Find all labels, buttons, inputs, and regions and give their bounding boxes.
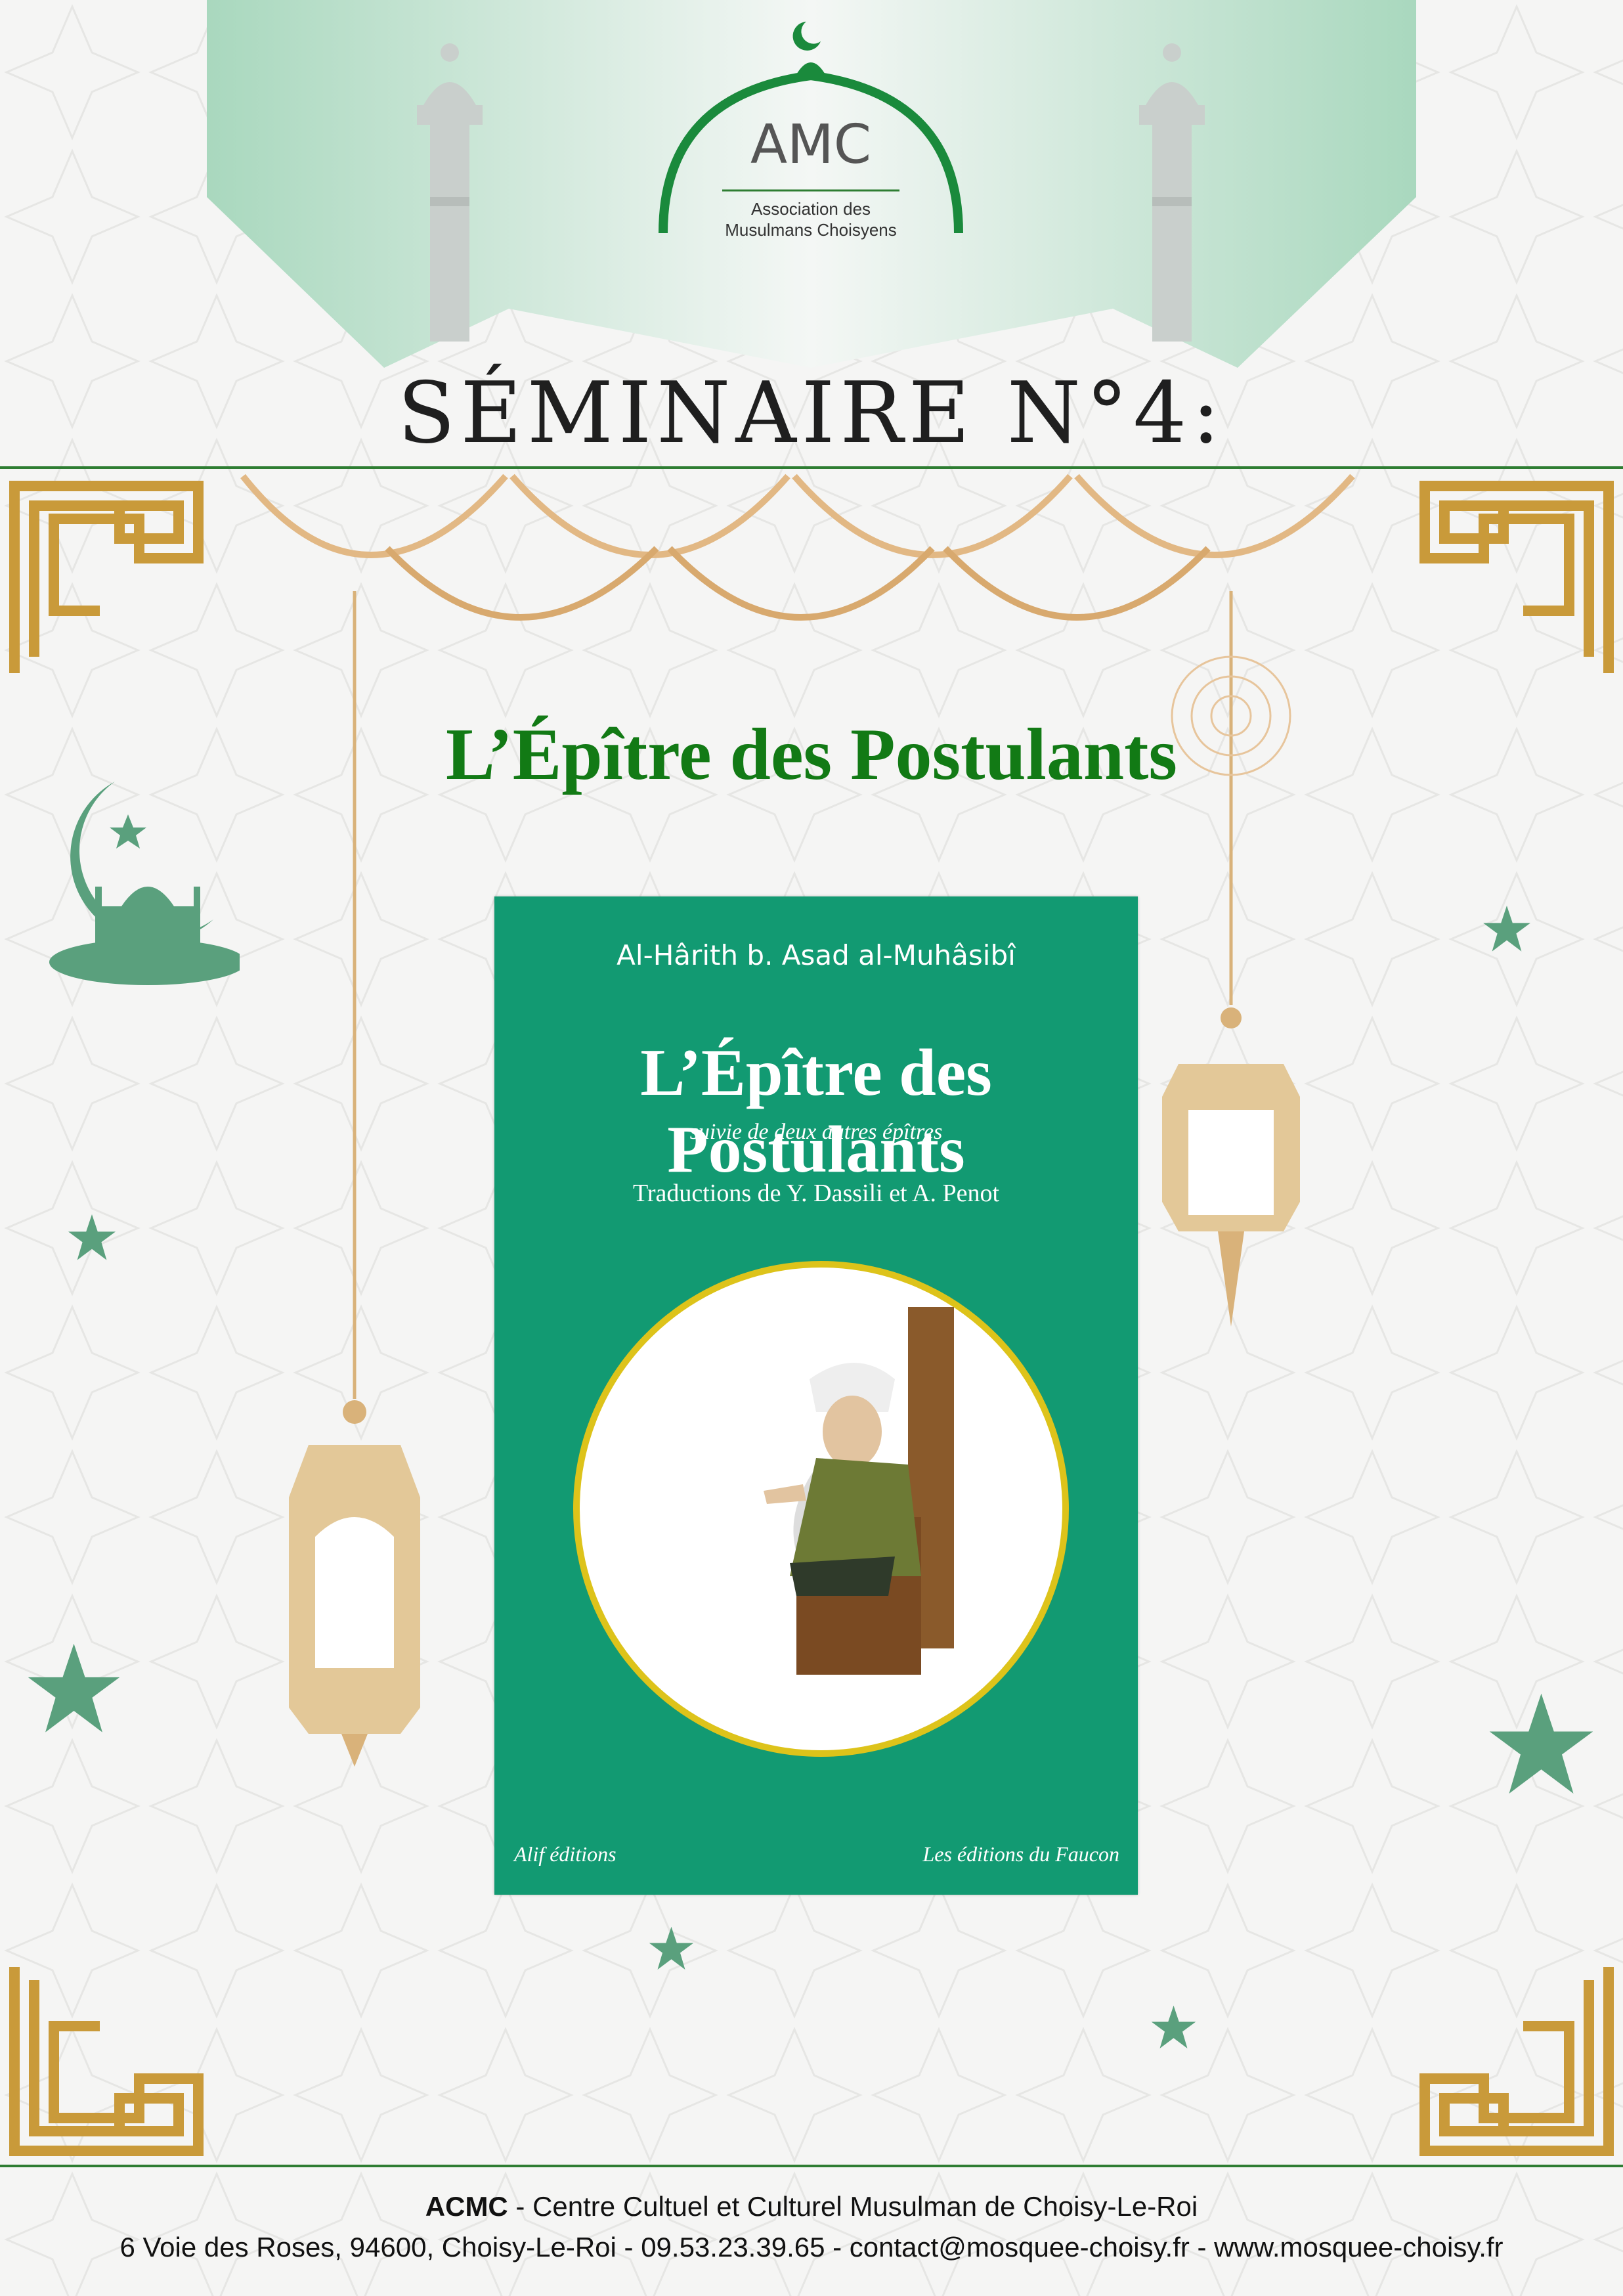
bottom-divider: [0, 2165, 1623, 2167]
amc-logo: AMC Association des Musulmans Choisyens: [650, 16, 972, 253]
book-author: Al-Hârith b. Asad al-Muhâsibî: [617, 939, 1016, 971]
star-icon: [649, 1926, 694, 1970]
top-divider: [0, 466, 1623, 469]
publisher-right: Les éditions du Faucon: [922, 1842, 1119, 1866]
star-icon: [1151, 2005, 1196, 2048]
footer-org: ACMC: [425, 2191, 508, 2222]
logo-acronym: AMC: [750, 114, 872, 176]
corner-ornament-bottom-right-icon: [1419, 1967, 1614, 2156]
lantern-right-icon: [1162, 591, 1300, 1327]
book-translators: Traductions de Y. Dassili et A. Penot: [632, 1180, 1000, 1207]
seminar-title: SÉMINAIRE N°4:: [397, 364, 1226, 462]
seated-scholar-illustration-icon: [764, 1307, 954, 1675]
crescent-mosque-icon: [49, 782, 240, 985]
logo-name-line1: Association des: [750, 199, 871, 219]
star-icon: [68, 1214, 116, 1260]
book-subtitle: suivie de deux autres épîtres: [689, 1120, 943, 1144]
footer-org-desc: - Centre Cultuel et Culturel Musulman de…: [508, 2191, 1198, 2222]
star-icon: [1483, 906, 1530, 952]
publisher-left: Alif éditions: [514, 1842, 617, 1866]
logo-name-line2: Musulmans Choisyens: [725, 220, 897, 240]
book-cover: Al-Hârith b. Asad al-Muhâsibî L’Épître d…: [494, 896, 1138, 1895]
star-icon: [28, 1643, 120, 1733]
book-title: L’Épître des Postulants: [640, 1036, 992, 1187]
corner-ornament-top-left-icon: [9, 481, 204, 673]
footer-org-line: ACMC - Centre Cultuel et Culturel Musulm…: [0, 2191, 1623, 2222]
corner-ornament-top-right-icon: [1419, 481, 1614, 673]
star-icon: [1489, 1693, 1593, 1794]
main-title: L’Épître des Postulants: [446, 714, 1177, 795]
footer-contact-line: 6 Voie des Roses, 94600, Choisy-Le-Roi -…: [119, 2232, 1504, 2263]
corner-ornament-bottom-left-icon: [9, 1967, 204, 2156]
cover-illustration-frame: [573, 1261, 1069, 1757]
